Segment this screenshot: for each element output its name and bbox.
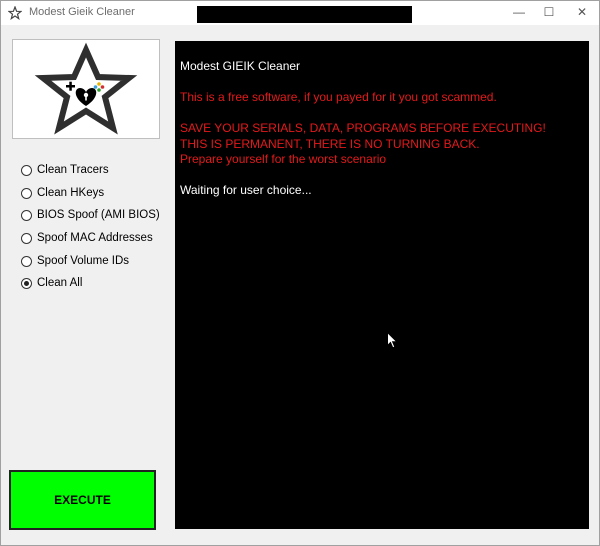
console-line: SAVE YOUR SERIALS, DATA, PROGRAMS BEFORE… <box>180 121 546 135</box>
option-bios-spoof[interactable]: BIOS Spoof (AMI BIOS) <box>21 207 160 223</box>
radio-button[interactable] <box>21 232 32 244</box>
option-label: Clean HKeys <box>37 187 105 199</box>
minimize-button[interactable]: — <box>502 1 536 25</box>
option-clean-tracers[interactable]: Clean Tracers <box>21 162 109 178</box>
option-label: Spoof Volume IDs <box>37 255 130 267</box>
mouse-cursor-icon <box>387 332 398 349</box>
client-area: Clean Tracers Clean HKeys BIOS Spoof (AM… <box>1 25 599 545</box>
option-spoof-volume-ids[interactable]: Spoof Volume IDs <box>21 253 129 269</box>
option-clean-all[interactable]: Clean All <box>21 275 82 291</box>
option-clean-hkeys[interactable]: Clean HKeys <box>21 185 104 201</box>
redacted-region <box>197 6 412 23</box>
radio-button[interactable] <box>21 187 32 199</box>
star-icon <box>8 6 22 20</box>
window-title: Modest Gieik Cleaner <box>29 6 135 18</box>
app-window: Modest Gieik Cleaner — ☐ ✕ Clean Tracers… <box>0 0 600 546</box>
radio-button[interactable] <box>21 164 32 176</box>
radio-button[interactable] <box>21 209 32 221</box>
logo-panel <box>12 39 160 139</box>
console-line: THIS IS PERMANENT, THERE IS NO TURNING B… <box>180 136 480 151</box>
console-line: Modest GIEIK Cleaner <box>180 59 301 73</box>
radio-button-selected[interactable] <box>21 277 32 289</box>
maximize-button[interactable]: ☐ <box>532 1 566 25</box>
option-label: Clean All <box>37 277 83 289</box>
option-label: Spoof MAC Addresses <box>37 232 153 244</box>
title-bar[interactable]: Modest Gieik Cleaner — ☐ ✕ <box>1 1 599 25</box>
console-line: Prepare yourself for the worst scenario <box>180 152 387 166</box>
execute-button[interactable]: EXECUTE <box>9 470 156 530</box>
star-logo-icon <box>34 42 138 135</box>
console-output[interactable]: Modest GIEIK Cleaner This is a free softw… <box>175 41 589 529</box>
radio-button[interactable] <box>21 255 32 267</box>
option-label: BIOS Spoof (AMI BIOS) <box>37 209 160 221</box>
close-button[interactable]: ✕ <box>565 1 599 25</box>
option-spoof-mac[interactable]: Spoof MAC Addresses <box>21 230 153 246</box>
option-label: Clean Tracers <box>37 164 109 176</box>
console-line: This is a free software, if you payed fo… <box>180 90 497 104</box>
console-line: Waiting for user choice... <box>180 183 312 197</box>
